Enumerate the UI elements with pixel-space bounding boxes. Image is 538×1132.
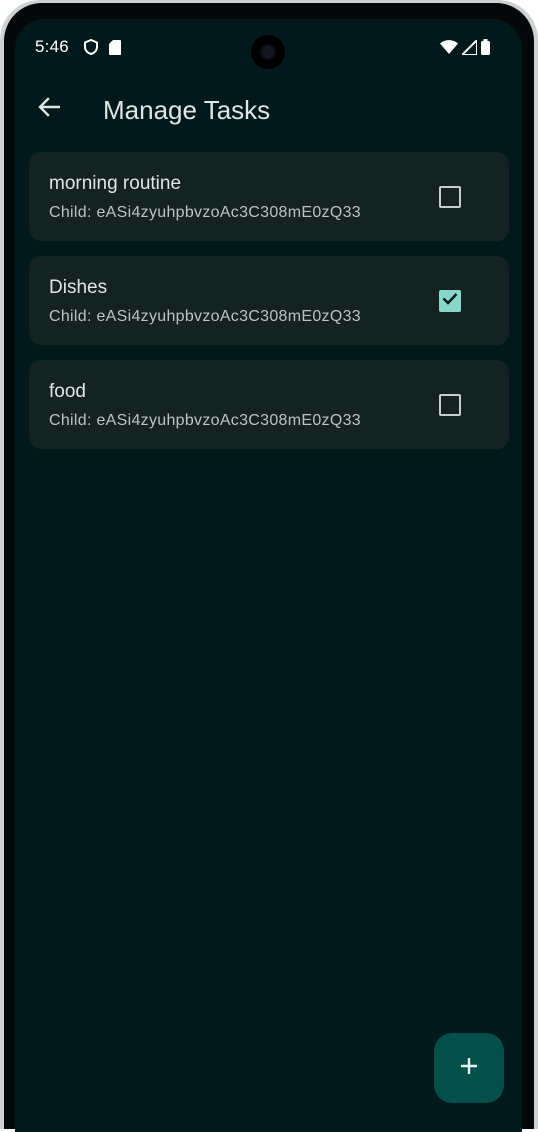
task-list: morning routine Child: eASi4zyuhpbvzoAc3… xyxy=(29,152,509,464)
status-right-icons xyxy=(440,38,490,60)
task-checkbox[interactable] xyxy=(439,186,461,208)
task-checkbox[interactable] xyxy=(439,290,461,312)
plus-icon xyxy=(459,1056,479,1081)
task-title: morning routine xyxy=(49,173,182,194)
task-child-label: Child: eASi4zyuhpbvzoAc3C308mE0zQ33 xyxy=(49,308,361,325)
task-card[interactable]: food Child: eASi4zyuhpbvzoAc3C308mE0zQ33 xyxy=(29,360,509,449)
task-child-label: Child: eASi4zyuhpbvzoAc3C308mE0zQ33 xyxy=(49,412,361,429)
task-title: food xyxy=(49,381,86,402)
sd-card-icon xyxy=(109,39,121,60)
device-bezel: 5:46 Manage Tasks morning routine Child:… xyxy=(4,3,534,1132)
battery-icon xyxy=(481,39,490,60)
status-left-icons xyxy=(84,38,121,60)
status-time: 5:46 xyxy=(35,37,69,56)
task-child-label: Child: eASi4zyuhpbvzoAc3C308mE0zQ33 xyxy=(49,204,361,221)
shield-icon xyxy=(84,38,98,60)
arrow-left-icon xyxy=(38,96,61,122)
cell-signal-icon xyxy=(461,38,478,60)
status-bar: 5:46 xyxy=(15,19,522,77)
task-title: Dishes xyxy=(49,277,108,298)
device-frame: 5:46 Manage Tasks morning routine Child:… xyxy=(0,0,538,1132)
back-button[interactable] xyxy=(29,89,69,129)
page-title: Manage Tasks xyxy=(103,95,271,125)
app-screen: 5:46 Manage Tasks morning routine Child:… xyxy=(15,19,522,1132)
task-card[interactable]: Dishes Child: eASi4zyuhpbvzoAc3C308mE0zQ… xyxy=(29,256,509,345)
app-bar: Manage Tasks xyxy=(15,77,522,143)
front-camera xyxy=(251,35,285,69)
wifi-icon xyxy=(440,40,458,59)
checkmark-icon xyxy=(442,292,458,310)
task-card[interactable]: morning routine Child: eASi4zyuhpbvzoAc3… xyxy=(29,152,509,241)
task-checkbox[interactable] xyxy=(439,394,461,416)
add-task-button[interactable] xyxy=(434,1033,504,1103)
